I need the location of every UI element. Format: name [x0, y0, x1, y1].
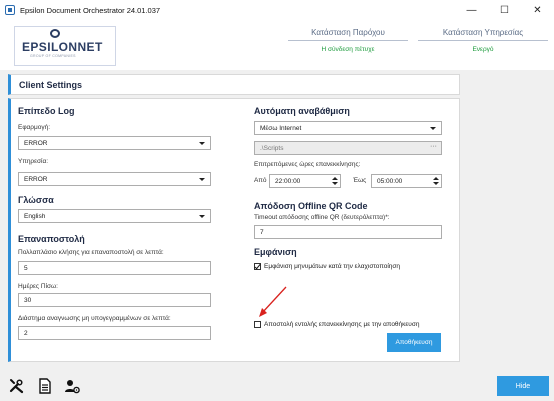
- checkbox-checked-icon[interactable]: [254, 263, 261, 270]
- resend-interval-value: 5: [24, 265, 28, 272]
- tools-icon[interactable]: [9, 378, 25, 394]
- app-icon: [5, 5, 15, 15]
- language-select[interactable]: English: [18, 209, 211, 223]
- chevron-down-icon: [199, 142, 205, 145]
- days-back-input[interactable]: 30: [18, 293, 211, 307]
- show-messages-label: Εμφάνιση μηνυμάτων κατά την ελαχιστοποίη…: [264, 263, 401, 270]
- offline-qr-title: Απόδοση Offline QR Code: [254, 201, 368, 211]
- unsigned-interval-value: 2: [24, 330, 28, 337]
- resend-interval-label: Πολλαπλάσιο κλήσης για επαναποστολή σε λ…: [18, 249, 164, 256]
- show-messages-checkbox[interactable]: Εμφάνιση μηνυμάτων κατά την ελαχιστοποίη…: [254, 263, 400, 270]
- spin-down-icon[interactable]: [332, 182, 338, 185]
- service-log-value: ERROR: [24, 176, 48, 183]
- display-title: Εμφάνιση: [254, 247, 297, 257]
- checkbox-unchecked-icon[interactable]: [254, 321, 261, 328]
- service-log-label: Υπηρεσία:: [18, 158, 49, 165]
- service-status: Κατάσταση Υπηρεσίας Ενεργό: [418, 28, 548, 53]
- to-time-value: 05:00:00: [377, 178, 403, 185]
- update-method-value: Μέσω Internet: [260, 125, 302, 132]
- auto-update-title: Αυτόματη αναβάθμιση: [254, 106, 350, 116]
- spin-up-icon[interactable]: [433, 177, 439, 180]
- resend-title: Επαναποστολή: [18, 234, 85, 244]
- logo-subtext: GROUP OF COMPANIES: [30, 54, 76, 58]
- document-icon[interactable]: [37, 378, 53, 394]
- logo-text: EPSILONNET: [22, 40, 103, 54]
- to-time-spinner[interactable]: [432, 176, 440, 187]
- days-back-label: Ημέρες Πίσω:: [18, 283, 58, 290]
- days-back-value: 30: [24, 297, 32, 304]
- scripts-path-value: .\Scripts: [260, 145, 284, 152]
- service-status-value: Ενεργό: [472, 46, 494, 53]
- logo-mark-icon: [50, 29, 60, 38]
- close-button[interactable]: ✕: [521, 0, 554, 20]
- from-time-value: 22:00:00: [275, 178, 301, 185]
- chevron-down-icon: [430, 127, 436, 130]
- service-status-label: Κατάσταση Υπηρεσίας: [418, 28, 548, 41]
- service-log-select[interactable]: ERROR: [18, 172, 211, 186]
- log-level-title: Επίπεδο Log: [18, 106, 75, 116]
- spin-up-icon[interactable]: [332, 177, 338, 180]
- qr-timeout-label: Timeout απόδοσης offline QR (δευτερόλεπτ…: [254, 214, 390, 221]
- application-log-label: Εφαρμογή:: [18, 124, 51, 131]
- browse-button[interactable]: ···: [430, 143, 437, 150]
- client-settings-title: Client Settings: [19, 80, 83, 90]
- to-label: Έως: [353, 177, 367, 184]
- provider-status: Κατάσταση Παρόχου Η σύνδεση πέτυχε: [288, 28, 408, 53]
- spin-down-icon[interactable]: [433, 182, 439, 185]
- qr-timeout-value: 7: [260, 229, 264, 236]
- application-log-select[interactable]: ERROR: [18, 136, 211, 150]
- language-value: English: [24, 213, 46, 220]
- settings-panel: Επίπεδο Log Εφαρμογή: ERROR Υπηρεσία: ER…: [8, 98, 460, 362]
- title-bar: Epsilon Document Orchestrator 24.01.037 …: [0, 0, 554, 20]
- hide-button[interactable]: Hide: [497, 376, 549, 396]
- provider-status-value: Η σύνδεση πέτυχε: [321, 46, 375, 53]
- window-controls: — ☐ ✕: [455, 0, 554, 20]
- unsigned-interval-input[interactable]: 2: [18, 326, 211, 340]
- application-log-value: ERROR: [24, 140, 48, 147]
- window-title: Epsilon Document Orchestrator 24.01.037: [20, 5, 161, 15]
- from-label: Από: [254, 177, 267, 184]
- scripts-path-input[interactable]: .\Scripts ···: [254, 141, 442, 155]
- chevron-down-icon: [199, 215, 205, 218]
- from-time-spinner[interactable]: [331, 176, 339, 187]
- allowed-hours-label: Επιτρεπόμενες ώρες επανεκκίνησης:: [254, 161, 361, 168]
- maximize-button[interactable]: ☐: [488, 0, 521, 20]
- send-restart-checkbox[interactable]: Αποστολή εντολής επανεκκίνησης με την απ…: [254, 321, 420, 328]
- resend-interval-input[interactable]: 5: [18, 261, 211, 275]
- qr-timeout-input[interactable]: 7: [254, 225, 442, 239]
- provider-status-label: Κατάσταση Παρόχου: [288, 28, 408, 41]
- save-button[interactable]: Αποθήκευση: [387, 333, 441, 352]
- unsigned-interval-label: Διάστημα αναγνωσης μη υπογεγραμμένων σε …: [18, 315, 171, 322]
- client-settings-bar: Client Settings: [8, 74, 460, 95]
- header: EPSILONNET GROUP OF COMPANIES Κατάσταση …: [0, 20, 554, 70]
- minimize-button[interactable]: —: [455, 0, 488, 20]
- language-title: Γλώσσα: [18, 195, 54, 205]
- chevron-down-icon: [199, 178, 205, 181]
- from-time-input[interactable]: 22:00:00: [269, 174, 341, 188]
- update-method-select[interactable]: Μέσω Internet: [254, 121, 442, 135]
- user-settings-icon[interactable]: [64, 378, 80, 394]
- send-restart-label: Αποστολή εντολής επανεκκίνησης με την απ…: [264, 321, 420, 328]
- to-time-input[interactable]: 05:00:00: [371, 174, 442, 188]
- bottom-toolbar: [0, 372, 554, 401]
